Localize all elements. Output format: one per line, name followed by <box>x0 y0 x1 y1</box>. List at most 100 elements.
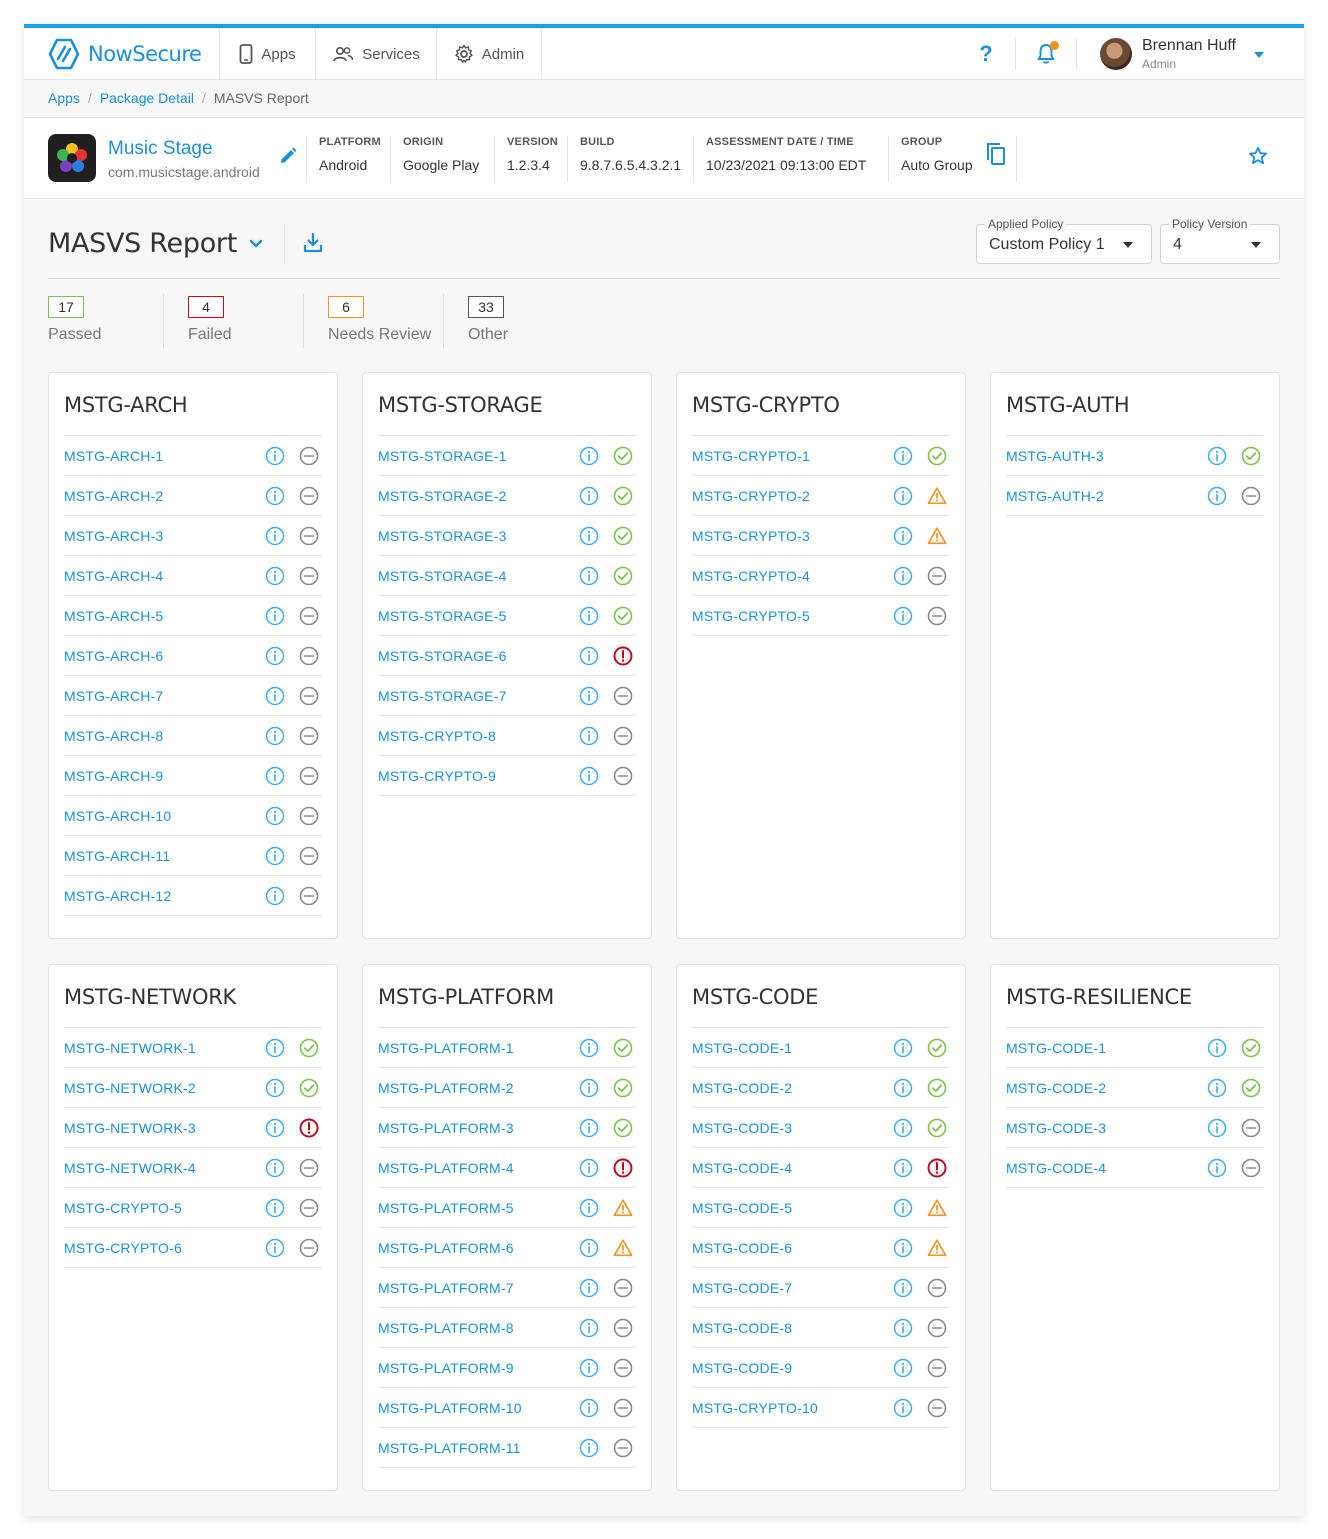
info-icon[interactable] <box>265 646 285 666</box>
breadcrumb-package-detail[interactable]: Package Detail <box>100 90 194 106</box>
requirement-link[interactable]: MSTG-ARCH-10 <box>64 808 171 824</box>
requirement-link[interactable]: MSTG-CRYPTO-2 <box>692 488 810 504</box>
requirement-link[interactable]: MSTG-STORAGE-1 <box>378 448 507 464</box>
info-icon[interactable] <box>893 446 913 466</box>
info-icon[interactable] <box>579 646 599 666</box>
notifications-button[interactable] <box>1024 28 1068 80</box>
info-icon[interactable] <box>893 486 913 506</box>
edit-pencil-icon[interactable] <box>278 146 298 166</box>
info-icon[interactable] <box>579 1038 599 1058</box>
requirement-link[interactable]: MSTG-ARCH-4 <box>64 568 163 584</box>
requirement-link[interactable]: MSTG-CRYPTO-10 <box>692 1400 818 1416</box>
requirement-link[interactable]: MSTG-AUTH-2 <box>1006 488 1104 504</box>
breadcrumb-apps[interactable]: Apps <box>48 90 80 106</box>
requirement-link[interactable]: MSTG-ARCH-5 <box>64 608 163 624</box>
requirement-link[interactable]: MSTG-CODE-1 <box>1006 1040 1106 1056</box>
requirement-link[interactable]: MSTG-CODE-7 <box>692 1280 792 1296</box>
info-icon[interactable] <box>265 1158 285 1178</box>
info-icon[interactable] <box>579 486 599 506</box>
info-icon[interactable] <box>579 1358 599 1378</box>
requirement-link[interactable]: MSTG-CODE-3 <box>1006 1120 1106 1136</box>
info-icon[interactable] <box>1207 486 1227 506</box>
requirement-link[interactable]: MSTG-CODE-5 <box>692 1200 792 1216</box>
requirement-link[interactable]: MSTG-PLATFORM-7 <box>378 1280 514 1296</box>
info-icon[interactable] <box>893 566 913 586</box>
info-icon[interactable] <box>579 1198 599 1218</box>
nav-admin[interactable]: Admin <box>437 28 542 80</box>
info-icon[interactable] <box>893 606 913 626</box>
info-icon[interactable] <box>1207 446 1227 466</box>
info-icon[interactable] <box>579 1238 599 1258</box>
info-icon[interactable] <box>265 446 285 466</box>
info-icon[interactable] <box>265 1038 285 1058</box>
requirement-link[interactable]: MSTG-NETWORK-3 <box>64 1120 196 1136</box>
info-icon[interactable] <box>579 566 599 586</box>
info-icon[interactable] <box>1207 1078 1227 1098</box>
info-icon[interactable] <box>265 766 285 786</box>
requirement-link[interactable]: MSTG-CODE-9 <box>692 1360 792 1376</box>
info-icon[interactable] <box>579 1278 599 1298</box>
info-icon[interactable] <box>265 1118 285 1138</box>
requirement-link[interactable]: MSTG-ARCH-6 <box>64 648 163 664</box>
info-icon[interactable] <box>893 1238 913 1258</box>
info-icon[interactable] <box>893 1318 913 1338</box>
requirement-link[interactable]: MSTG-CODE-2 <box>692 1080 792 1096</box>
requirement-link[interactable]: MSTG-PLATFORM-1 <box>378 1040 514 1056</box>
info-icon[interactable] <box>893 1118 913 1138</box>
info-icon[interactable] <box>265 726 285 746</box>
info-icon[interactable] <box>265 806 285 826</box>
requirement-link[interactable]: MSTG-STORAGE-7 <box>378 688 507 704</box>
brand[interactable]: NowSecure <box>24 28 220 80</box>
info-icon[interactable] <box>579 1398 599 1418</box>
requirement-link[interactable]: MSTG-CRYPTO-6 <box>64 1240 182 1256</box>
info-icon[interactable] <box>579 726 599 746</box>
requirement-link[interactable]: MSTG-CODE-4 <box>692 1160 792 1176</box>
info-icon[interactable] <box>1207 1158 1227 1178</box>
info-icon[interactable] <box>579 1438 599 1458</box>
info-icon[interactable] <box>579 766 599 786</box>
requirement-link[interactable]: MSTG-CODE-4 <box>1006 1160 1106 1176</box>
info-icon[interactable] <box>893 1078 913 1098</box>
requirement-link[interactable]: MSTG-PLATFORM-10 <box>378 1400 522 1416</box>
info-icon[interactable] <box>579 606 599 626</box>
info-icon[interactable] <box>893 1278 913 1298</box>
requirement-link[interactable]: MSTG-CRYPTO-5 <box>64 1200 182 1216</box>
requirement-link[interactable]: MSTG-NETWORK-1 <box>64 1040 196 1056</box>
requirement-link[interactable]: MSTG-PLATFORM-9 <box>378 1360 514 1376</box>
info-icon[interactable] <box>265 1198 285 1218</box>
app-name-link[interactable]: Music Stage <box>108 138 213 160</box>
info-icon[interactable] <box>1207 1038 1227 1058</box>
info-icon[interactable] <box>265 1078 285 1098</box>
requirement-link[interactable]: MSTG-CRYPTO-8 <box>378 728 496 744</box>
applied-policy-select[interactable]: Applied Policy Custom Policy 1 <box>976 217 1152 264</box>
user-menu[interactable]: Brennan Huff Admin <box>1100 28 1264 80</box>
requirement-link[interactable]: MSTG-CRYPTO-5 <box>692 608 810 624</box>
info-icon[interactable] <box>265 1238 285 1258</box>
requirement-link[interactable]: MSTG-CODE-1 <box>692 1040 792 1056</box>
info-icon[interactable] <box>265 686 285 706</box>
requirement-link[interactable]: MSTG-STORAGE-5 <box>378 608 507 624</box>
requirement-link[interactable]: MSTG-STORAGE-2 <box>378 488 507 504</box>
requirement-link[interactable]: MSTG-ARCH-1 <box>64 448 163 464</box>
download-icon[interactable] <box>302 232 324 254</box>
info-icon[interactable] <box>893 1358 913 1378</box>
requirement-link[interactable]: MSTG-STORAGE-4 <box>378 568 507 584</box>
requirement-link[interactable]: MSTG-PLATFORM-2 <box>378 1080 514 1096</box>
requirement-link[interactable]: MSTG-NETWORK-4 <box>64 1160 196 1176</box>
policy-version-select[interactable]: Policy Version 4 <box>1160 217 1280 264</box>
info-icon[interactable] <box>265 526 285 546</box>
requirement-link[interactable]: MSTG-ARCH-12 <box>64 888 171 904</box>
requirement-link[interactable]: MSTG-STORAGE-6 <box>378 648 507 664</box>
copy-icon[interactable] <box>986 142 1006 166</box>
info-icon[interactable] <box>265 486 285 506</box>
info-icon[interactable] <box>579 1118 599 1138</box>
requirement-link[interactable]: MSTG-PLATFORM-11 <box>378 1440 521 1456</box>
info-icon[interactable] <box>579 1158 599 1178</box>
requirement-link[interactable]: MSTG-ARCH-8 <box>64 728 163 744</box>
info-icon[interactable] <box>579 686 599 706</box>
requirement-link[interactable]: MSTG-CODE-2 <box>1006 1080 1106 1096</box>
requirement-link[interactable]: MSTG-CODE-6 <box>692 1240 792 1256</box>
info-icon[interactable] <box>579 1318 599 1338</box>
requirement-link[interactable]: MSTG-PLATFORM-3 <box>378 1120 514 1136</box>
requirement-link[interactable]: MSTG-ARCH-7 <box>64 688 163 704</box>
